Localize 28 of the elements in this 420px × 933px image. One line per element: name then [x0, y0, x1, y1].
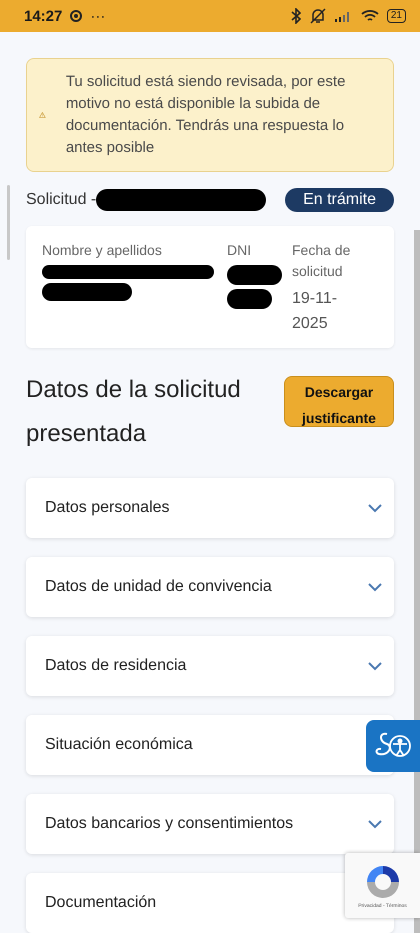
accessibility-button[interactable]	[366, 720, 420, 772]
chevron-icon	[368, 662, 382, 670]
bluetooth-icon	[290, 8, 301, 24]
column-header: Fecha de solicitud	[292, 241, 352, 281]
status-pill: En trámite	[285, 188, 394, 212]
chevron-icon	[368, 582, 382, 592]
accordion-item[interactable]: Datos de residencia	[26, 636, 394, 696]
chevron-icon	[368, 820, 382, 828]
date-value: 19-11-2025	[292, 289, 338, 334]
browser-icon	[70, 10, 82, 22]
alert-text: Tu solicitud está siendo revisada, por este motivo no está disponible la subida de documentación. Tendrás una respuesta lo antes posible	[66, 72, 346, 158]
accordion-item[interactable]: Datos personales	[26, 478, 394, 538]
column-header: Nombre y apellidos	[42, 241, 163, 260]
chevron-icon	[368, 504, 382, 512]
muted-bell-icon	[308, 8, 327, 24]
battery-level: 21	[386, 9, 406, 23]
more-indicator: ···	[90, 8, 106, 24]
redaction-mark	[227, 289, 272, 309]
accordion-item[interactable]: Situación económica	[26, 715, 394, 775]
section-title: Datos de la solicitud presentada	[26, 375, 242, 449]
column-header: DNI	[227, 241, 252, 260]
request-label: Solicitud -	[26, 191, 96, 209]
accordion-item[interactable]: Datos de unidad de convivencia	[26, 557, 394, 617]
status-time: 14:27	[24, 8, 62, 24]
accordion-item[interactable]: Datos bancarios y consentimientos	[26, 794, 394, 854]
redaction-mark	[227, 265, 282, 285]
download-button[interactable]: Descargar justificante	[284, 376, 394, 427]
wifi-icon	[360, 9, 379, 23]
